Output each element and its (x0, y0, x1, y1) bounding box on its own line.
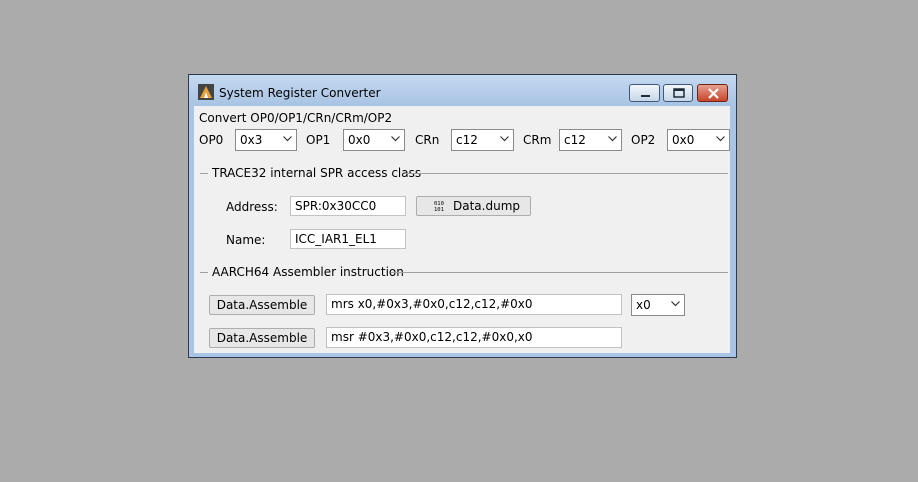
title-bar[interactable]: System Register Converter (189, 75, 736, 105)
group-divider (200, 173, 208, 174)
crn-label: CRn (415, 133, 440, 147)
crm-label: CRm (523, 133, 552, 147)
chevron-down-icon (671, 301, 680, 307)
data-assemble-button-1[interactable]: Data.Assemble (209, 295, 315, 315)
address-field[interactable]: SPR:0x30CC0 (290, 196, 406, 216)
system-register-converter-window: System Register Converter Convert OP0/OP… (188, 74, 737, 358)
chevron-down-icon (391, 136, 400, 142)
asm-group-title: AARCH64 Assembler instruction (212, 265, 404, 279)
chevron-down-icon (500, 136, 509, 142)
binary-icon: 010 101 (434, 201, 444, 212)
chevron-down-icon (608, 136, 617, 142)
convert-heading: Convert OP0/OP1/CRn/CRm/OP2 (199, 111, 393, 125)
group-divider (391, 272, 728, 273)
op1-select[interactable]: 0x0 (343, 129, 405, 151)
dialog-client-area: Convert OP0/OP1/CRn/CRm/OP2 OP0 0x3 OP1 … (194, 106, 730, 353)
instruction-field-1[interactable]: mrs x0,#0x3,#0x0,c12,c12,#0x0 (326, 294, 622, 315)
op2-select[interactable]: 0x0 (667, 129, 730, 151)
op1-label: OP1 (306, 133, 331, 147)
crm-select[interactable]: c12 (559, 129, 622, 151)
group-divider (200, 272, 208, 273)
address-label: Address: (226, 200, 278, 214)
name-label: Name: (226, 233, 266, 247)
svg-text:101: 101 (434, 207, 444, 212)
op2-label: OP2 (631, 133, 656, 147)
group-divider (405, 173, 728, 174)
op0-label: OP0 (199, 133, 224, 147)
window-title: System Register Converter (219, 86, 381, 100)
data-assemble-button-2[interactable]: Data.Assemble (209, 328, 315, 348)
register-select[interactable]: x0 (631, 294, 685, 316)
instruction-field-2[interactable]: msr #0x3,#0x0,c12,c12,#0x0,x0 (326, 327, 622, 348)
minimize-button[interactable] (629, 84, 660, 102)
spr-group-title: TRACE32 internal SPR access class (212, 166, 422, 180)
op0-select[interactable]: 0x3 (235, 129, 297, 151)
chevron-down-icon (716, 136, 725, 142)
app-logo-icon (198, 84, 214, 100)
data-dump-button[interactable]: 010 101 Data.dump (416, 196, 531, 216)
crn-select[interactable]: c12 (451, 129, 514, 151)
data-dump-label: Data.dump (453, 199, 520, 213)
maximize-button[interactable] (663, 84, 693, 102)
name-field[interactable]: ICC_IAR1_EL1 (290, 229, 406, 249)
close-button[interactable] (697, 84, 728, 102)
chevron-down-icon (283, 136, 292, 142)
